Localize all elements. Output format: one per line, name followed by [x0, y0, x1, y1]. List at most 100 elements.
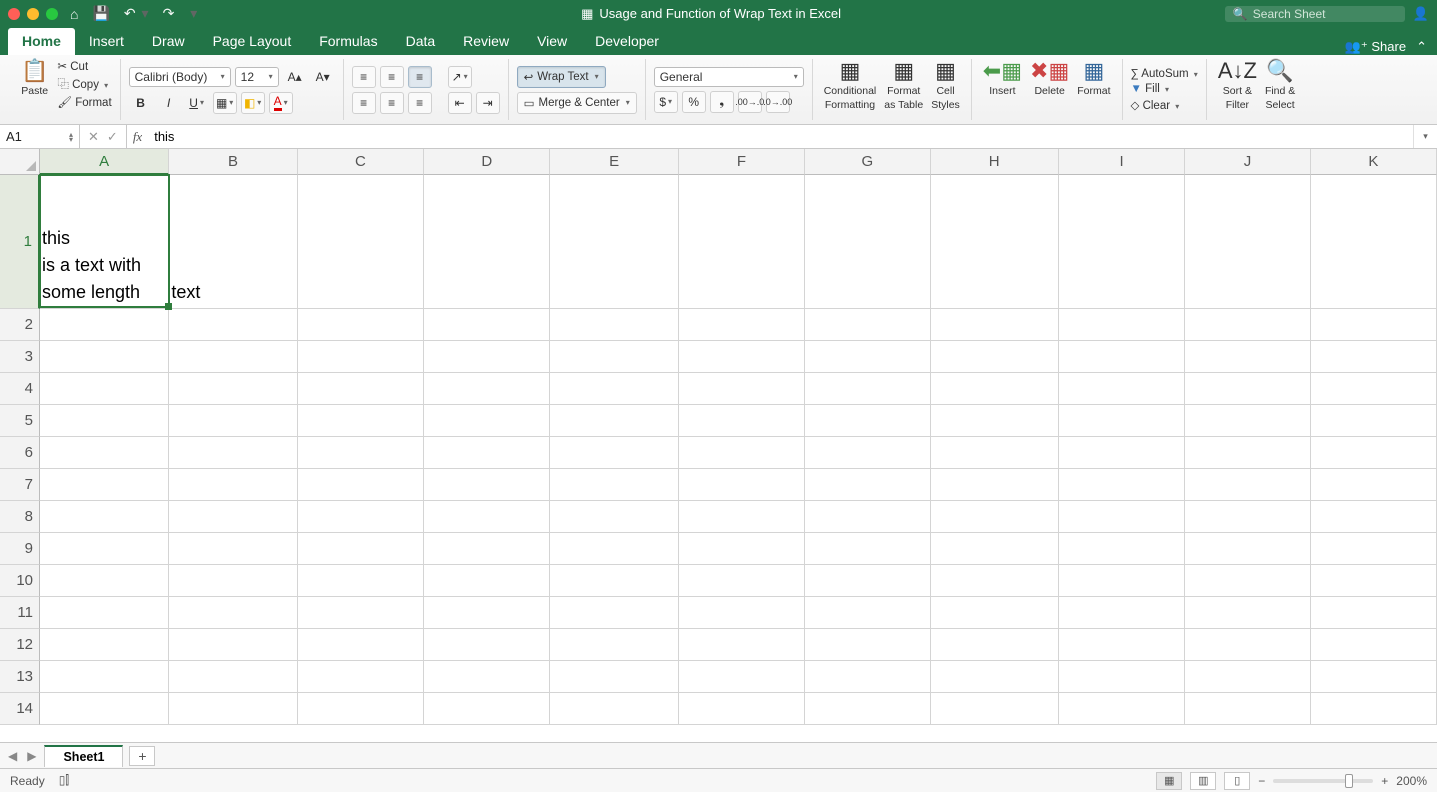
- cell-C2[interactable]: [298, 309, 424, 341]
- column-header-C[interactable]: C: [298, 149, 424, 175]
- cell-I2[interactable]: [1059, 309, 1185, 341]
- font-size-select[interactable]: 12▾: [235, 67, 279, 87]
- cell-G9[interactable]: [805, 533, 930, 565]
- row-header-4[interactable]: 4: [0, 373, 40, 405]
- cell-H7[interactable]: [931, 469, 1059, 501]
- column-header-G[interactable]: G: [805, 149, 930, 175]
- row-header-8[interactable]: 8: [0, 501, 40, 533]
- close-icon[interactable]: [8, 8, 20, 20]
- cell-G11[interactable]: [805, 597, 930, 629]
- cell-G13[interactable]: [805, 661, 930, 693]
- cell-B13[interactable]: [169, 661, 297, 693]
- cell-E9[interactable]: [550, 533, 678, 565]
- paste-button[interactable]: 📋 Paste: [18, 59, 51, 120]
- align-right-icon[interactable]: ≡: [408, 92, 432, 114]
- bold-button[interactable]: B: [129, 92, 153, 114]
- cell-C3[interactable]: [298, 341, 424, 373]
- cell-K1[interactable]: [1311, 175, 1437, 309]
- cell-F5[interactable]: [679, 405, 805, 437]
- cell-A3[interactable]: [40, 341, 169, 373]
- select-all-corner[interactable]: [0, 149, 40, 175]
- zoom-slider[interactable]: [1273, 779, 1373, 783]
- cell-K2[interactable]: [1311, 309, 1437, 341]
- cell-K13[interactable]: [1311, 661, 1437, 693]
- cell-H5[interactable]: [931, 405, 1059, 437]
- sheet-tab-sheet1[interactable]: Sheet1: [44, 745, 123, 767]
- cells-area[interactable]: thisis a text withsome lengthtext: [40, 175, 1437, 742]
- cell-A10[interactable]: [40, 565, 169, 597]
- cell-K7[interactable]: [1311, 469, 1437, 501]
- wrap-text-button[interactable]: ↩Wrap Text▾: [517, 66, 606, 88]
- cut-button[interactable]: ✂ Cut: [57, 59, 111, 73]
- cell-B7[interactable]: [169, 469, 297, 501]
- row-header-5[interactable]: 5: [0, 405, 40, 437]
- cell-F4[interactable]: [679, 373, 805, 405]
- row-header-9[interactable]: 9: [0, 533, 40, 565]
- align-left-icon[interactable]: ≡: [352, 92, 376, 114]
- currency-icon[interactable]: $▾: [654, 91, 678, 113]
- cell-B10[interactable]: [169, 565, 297, 597]
- cell-K12[interactable]: [1311, 629, 1437, 661]
- cell-G1[interactable]: [805, 175, 930, 309]
- cell-C14[interactable]: [298, 693, 424, 725]
- cell-D3[interactable]: [424, 341, 550, 373]
- cell-H14[interactable]: [931, 693, 1059, 725]
- decrease-indent-icon[interactable]: ⇤: [448, 92, 472, 114]
- cell-C7[interactable]: [298, 469, 424, 501]
- cell-J13[interactable]: [1185, 661, 1310, 693]
- find-select-button[interactable]: 🔍Find &Select: [1262, 59, 1298, 120]
- macro-icon[interactable]: ▯⫿: [59, 773, 69, 788]
- column-header-I[interactable]: I: [1059, 149, 1185, 175]
- cell-J7[interactable]: [1185, 469, 1310, 501]
- undo-icon[interactable]: ↶ ▾: [124, 5, 149, 22]
- name-box[interactable]: A1 ▴▾: [0, 125, 80, 148]
- cell-A6[interactable]: [40, 437, 169, 469]
- cell-C4[interactable]: [298, 373, 424, 405]
- maximize-icon[interactable]: [46, 8, 58, 20]
- expand-formula-icon[interactable]: ▾: [1413, 125, 1437, 148]
- cell-A14[interactable]: [40, 693, 169, 725]
- orientation-icon[interactable]: ↗▾: [448, 66, 472, 88]
- cell-H4[interactable]: [931, 373, 1059, 405]
- zoom-in-icon[interactable]: +: [1381, 774, 1388, 788]
- cell-A1[interactable]: thisis a text withsome length: [40, 175, 169, 309]
- cell-C13[interactable]: [298, 661, 424, 693]
- cell-H2[interactable]: [931, 309, 1059, 341]
- cell-G3[interactable]: [805, 341, 930, 373]
- column-header-B[interactable]: B: [169, 149, 297, 175]
- cell-J14[interactable]: [1185, 693, 1310, 725]
- row-header-12[interactable]: 12: [0, 629, 40, 661]
- cell-G14[interactable]: [805, 693, 930, 725]
- cell-E6[interactable]: [550, 437, 678, 469]
- cell-E7[interactable]: [550, 469, 678, 501]
- column-header-H[interactable]: H: [931, 149, 1059, 175]
- qat-more-icon[interactable]: ▾: [190, 5, 197, 22]
- tab-page-layout[interactable]: Page Layout: [199, 28, 306, 55]
- cell-I9[interactable]: [1059, 533, 1185, 565]
- collapse-ribbon-icon[interactable]: ⌃: [1416, 39, 1427, 55]
- cell-K5[interactable]: [1311, 405, 1437, 437]
- cell-I1[interactable]: [1059, 175, 1185, 309]
- cell-F3[interactable]: [679, 341, 805, 373]
- cell-J6[interactable]: [1185, 437, 1310, 469]
- row-header-11[interactable]: 11: [0, 597, 40, 629]
- user-icon[interactable]: 👤: [1413, 6, 1429, 22]
- cell-C8[interactable]: [298, 501, 424, 533]
- cell-E1[interactable]: [550, 175, 678, 309]
- cell-J3[interactable]: [1185, 341, 1310, 373]
- cell-I4[interactable]: [1059, 373, 1185, 405]
- cell-A7[interactable]: [40, 469, 169, 501]
- cell-J5[interactable]: [1185, 405, 1310, 437]
- cell-A9[interactable]: [40, 533, 169, 565]
- page-break-view-icon[interactable]: ▯: [1224, 772, 1250, 790]
- cell-E2[interactable]: [550, 309, 678, 341]
- column-header-A[interactable]: A: [40, 149, 169, 175]
- conditional-formatting-button[interactable]: ▦ConditionalFormatting: [821, 59, 880, 120]
- cell-H1[interactable]: [931, 175, 1059, 309]
- cell-B8[interactable]: [169, 501, 297, 533]
- tab-data[interactable]: Data: [392, 28, 450, 55]
- zoom-level[interactable]: 200%: [1396, 774, 1427, 788]
- cell-F2[interactable]: [679, 309, 805, 341]
- tab-review[interactable]: Review: [449, 28, 523, 55]
- cell-A13[interactable]: [40, 661, 169, 693]
